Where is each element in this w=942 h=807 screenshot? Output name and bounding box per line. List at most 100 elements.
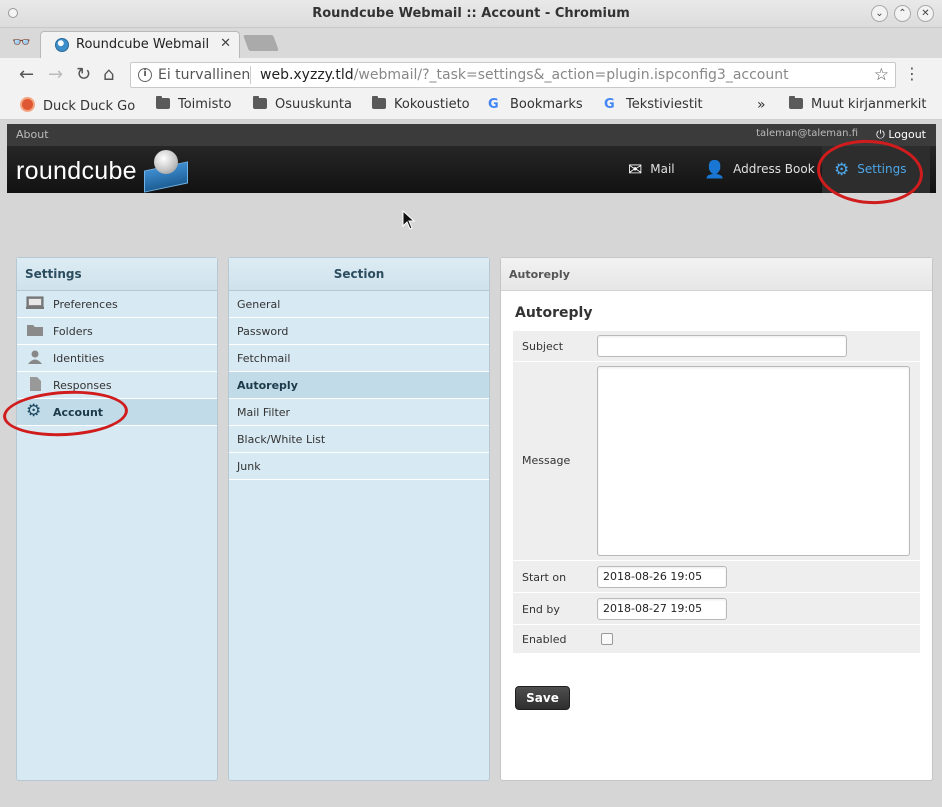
bookmark-other[interactable]: Muut kirjanmerkit [789,96,927,112]
start-row: Start on 2018-08-26 19:05 [513,561,920,593]
url-path: /webmail/?_task=settings&_action=plugin.… [353,67,789,83]
folder-icon [372,96,386,109]
window-title: Roundcube Webmail :: Account - Chromium [312,6,630,21]
bookmark-label: Muut kirjanmerkit [811,97,927,112]
enabled-label: Enabled [522,633,567,646]
settings-item-preferences[interactable]: Preferences [17,291,217,318]
duckduckgo-icon [20,97,35,112]
url-text[interactable]: web.xyzzy.tld/webmail/?_task=settings&_a… [260,67,789,83]
message-label: Message [522,454,571,467]
logout-label: Logout [888,128,926,141]
settings-panel: Settings Preferences Folders Identities … [16,257,218,781]
bookmark-bookmarks[interactable]: G Bookmarks [488,97,583,112]
start-date-input[interactable]: 2018-08-26 19:05 [597,566,727,588]
subject-row: Subject [513,331,920,362]
incognito-icon: 👓 [12,33,31,51]
forward-icon[interactable]: → [48,64,63,85]
form-title: Autoreply [515,305,593,321]
settings-item-identities[interactable]: Identities [17,345,217,372]
autoreply-form-panel: Autoreply Autoreply Subject Message Star… [500,257,933,781]
section-panel: Section General Password Fetchmail Autor… [228,257,490,781]
minimize-button[interactable]: ⌄ [871,5,888,22]
close-window-button[interactable]: ✕ [917,5,934,22]
bookmark-duckduckgo[interactable]: Duck Duck Go [20,97,135,114]
bookmark-toimisto[interactable]: Toimisto [156,96,232,112]
section-item-fetchmail[interactable]: Fetchmail [229,345,489,372]
roundcube-favicon-icon [55,38,69,52]
start-label: Start on [522,571,567,584]
bookmark-osuuskunta[interactable]: Osuuskunta [253,96,352,112]
rc-header: roundcube ✉ Mail 👤 Address Book ⚙ Settings [7,146,936,193]
section-item-black-white-list[interactable]: Black/White List [229,426,489,453]
message-textarea[interactable] [597,366,910,556]
bookmark-label: Bookmarks [510,97,583,112]
folder-icon [789,96,803,109]
person-icon: 👤 [704,160,726,180]
subject-input[interactable] [597,335,847,357]
new-tab-button[interactable] [243,35,279,51]
section-item-junk[interactable]: Junk [229,453,489,480]
browser-tab[interactable]: Roundcube Webmail ✕ [40,31,240,58]
browser-toolbar: ← → ↻ ⌂ i Ei turvallinen web.xyzzy.tld/w… [0,58,942,92]
google-icon: G [604,97,615,112]
bookmark-kokoustieto[interactable]: Kokoustieto [372,96,470,112]
mouse-cursor-icon [402,210,416,230]
section-item-autoreply[interactable]: Autoreply [229,372,489,399]
bookmark-star-icon[interactable]: ☆ [874,65,889,85]
nav-label: Address Book [733,162,815,176]
tab-label: Roundcube Webmail [76,37,210,52]
settings-item-label: Folders [53,325,93,338]
maximize-button[interactable]: ⌃ [894,5,911,22]
roundcube-logo-icon [144,150,190,193]
settings-panel-title: Settings [17,258,217,291]
security-label: Ei turvallinen [158,67,251,83]
nav-label: Mail [650,162,675,176]
enabled-checkbox[interactable] [601,633,613,645]
power-icon: ⏻ [876,128,889,141]
tab-close-icon[interactable]: ✕ [220,36,231,51]
settings-item-label: Preferences [53,298,118,311]
document-icon [30,377,41,391]
bookmark-label: Tekstiviestit [626,97,703,112]
rc-topline: About taleman@taleman.fi ⏻ Logout [7,124,936,146]
folder-icon [156,96,170,109]
nav-mail[interactable]: ✉ Mail [628,160,675,180]
person-icon [28,350,42,364]
settings-item-folders[interactable]: Folders [17,318,217,345]
nav-address-book[interactable]: 👤 Address Book [704,160,815,180]
google-icon: G [488,97,499,112]
reload-icon[interactable]: ↻ [76,64,91,85]
address-bar[interactable]: i Ei turvallinen web.xyzzy.tld/webmail/?… [130,62,896,88]
tab-strip: 👓 Roundcube Webmail ✕ [0,28,942,58]
folder-icon [27,325,43,336]
monitor-icon [26,296,44,309]
about-link[interactable]: About [16,128,49,141]
screen: Roundcube Webmail :: Account - Chromium … [0,0,942,807]
subject-label: Subject [522,340,564,353]
end-date-input[interactable]: 2018-08-27 19:05 [597,598,727,620]
roundcube-logo-text: roundcube [16,157,137,185]
url-host: web.xyzzy.tld [260,67,354,83]
section-item-password[interactable]: Password [229,318,489,345]
window-titlebar: Roundcube Webmail :: Account - Chromium … [0,0,942,28]
message-row: Message [513,362,920,561]
omnibox-divider [250,66,251,84]
bookmark-tekstiviestit[interactable]: G Tekstiviestit [604,97,703,112]
section-panel-title: Section [229,258,489,291]
bookmark-label: Toimisto [178,97,232,112]
content-area: Settings Preferences Folders Identities … [7,193,936,807]
save-button[interactable]: Save [515,686,570,710]
browser-menu-icon[interactable]: ⋮ [904,64,920,83]
info-icon[interactable]: i [138,68,152,82]
folder-icon [253,96,267,109]
logout-button[interactable]: ⏻ Logout [876,128,926,142]
bookmark-label: Duck Duck Go [43,99,136,114]
section-item-general[interactable]: General [229,291,489,318]
envelope-icon: ✉ [628,160,643,180]
home-icon[interactable]: ⌂ [103,64,114,85]
section-item-mail-filter[interactable]: Mail Filter [229,399,489,426]
username: taleman@taleman.fi [756,128,858,139]
back-icon[interactable]: ← [19,64,34,85]
bookmarks-overflow-button[interactable]: » [757,97,766,113]
settings-item-label: Identities [53,352,105,365]
